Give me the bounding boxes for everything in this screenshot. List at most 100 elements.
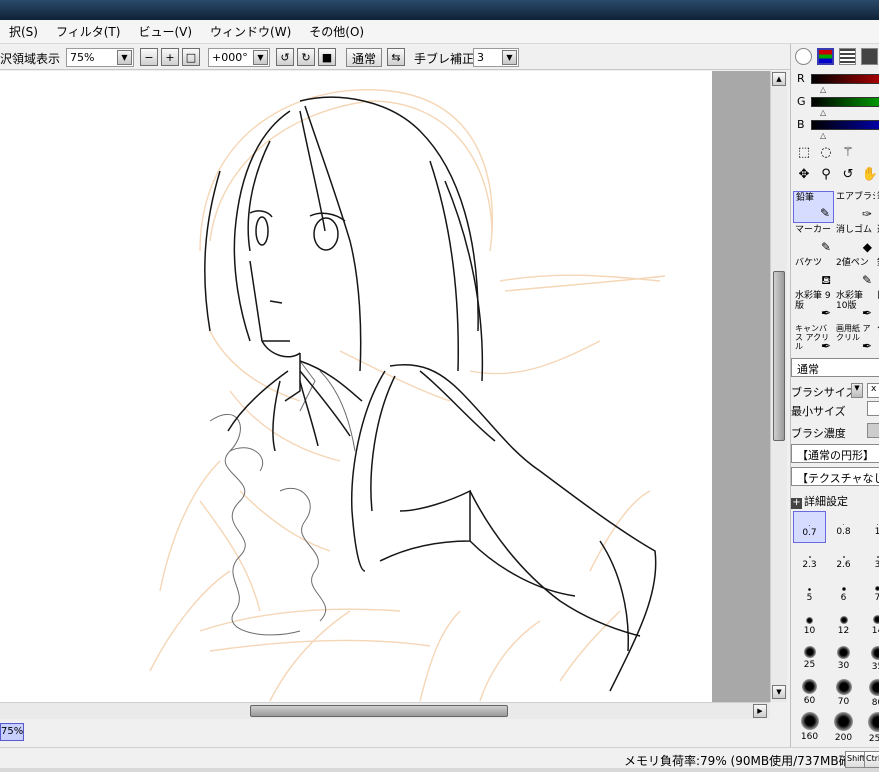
rotate-right-button[interactable]: ↻ bbox=[297, 48, 315, 66]
brush-size-7[interactable]: 7 bbox=[861, 577, 879, 609]
drawing-canvas[interactable] bbox=[0, 71, 770, 702]
brush-watercolor-10[interactable]: 水彩筆 10版✒ bbox=[834, 290, 875, 322]
scroll-down-button[interactable]: ▼ bbox=[772, 685, 786, 699]
brush-size-2-3[interactable]: 2.3 bbox=[793, 544, 826, 576]
zoom-out-button[interactable]: − bbox=[140, 48, 158, 66]
swatch-mode-button[interactable] bbox=[861, 48, 878, 65]
rgb-slider-mode-button[interactable] bbox=[817, 48, 834, 65]
brush-size-60[interactable]: 60 bbox=[793, 676, 826, 708]
brush-texture-select[interactable]: 【テクスチャなし】 bbox=[791, 467, 879, 486]
size-multiplier[interactable]: x bbox=[867, 383, 879, 398]
view-area-label: 沢領域表示 bbox=[0, 50, 60, 67]
blend-normal-button[interactable]: 通常 bbox=[346, 48, 382, 67]
vertical-scroll-thumb[interactable] bbox=[773, 271, 785, 441]
brush-paper-acrylic[interactable]: 画用紙 アクリル✒ bbox=[834, 323, 875, 355]
brush-size-14[interactable]: 14 bbox=[861, 610, 879, 642]
brush-airbrush[interactable]: エアブラシ✑ bbox=[834, 191, 875, 223]
chevron-down-icon[interactable]: ▼ bbox=[851, 383, 863, 398]
brush-size-2-6[interactable]: 2.6 bbox=[827, 544, 860, 576]
brush-fude[interactable]: 筆 bbox=[875, 191, 879, 223]
brush-size-30[interactable]: 30 bbox=[827, 643, 860, 675]
lasso-icon[interactable]: ◌ bbox=[817, 144, 835, 162]
flip-button[interactable]: ⇆ bbox=[387, 48, 405, 66]
brush-size-label: 250 bbox=[861, 734, 879, 744]
paper-acrylic-icon: ✒ bbox=[862, 340, 872, 353]
brush-size-6[interactable]: 6 bbox=[827, 577, 860, 609]
move-icon[interactable]: ✥ bbox=[795, 166, 813, 184]
brush-size-dot bbox=[809, 525, 810, 526]
zoom-icon[interactable]: ⚲ bbox=[817, 166, 835, 184]
brush-size-label: 2.3 bbox=[793, 560, 826, 570]
brush-watercolor-9[interactable]: 水彩筆 9版✒ bbox=[793, 290, 834, 322]
rect-select-icon[interactable]: ⬚ bbox=[795, 144, 813, 162]
brush-size-3[interactable]: 3 bbox=[861, 544, 879, 576]
r-slider[interactable] bbox=[811, 74, 879, 84]
detail-settings-toggle[interactable]: +詳細設定 bbox=[791, 493, 848, 509]
vertical-scrollbar[interactable]: ▲ ▼ bbox=[770, 71, 787, 702]
zoom-in-button[interactable]: + bbox=[161, 48, 179, 66]
brush-misc[interactable]: ケ bbox=[875, 323, 879, 355]
brush-size-dot bbox=[802, 679, 817, 694]
taskbar-strip bbox=[0, 768, 879, 772]
ctrl-key-indicator[interactable]: Ctrl bbox=[864, 751, 879, 768]
brush-size-160[interactable]: 160 bbox=[793, 709, 826, 741]
menu-view[interactable]: ビュー(V) bbox=[129, 23, 201, 40]
magic-wand-icon[interactable]: ⚚ bbox=[839, 144, 857, 162]
zoom-reset-button[interactable]: □ bbox=[182, 48, 200, 66]
brush-size-12[interactable]: 12 bbox=[827, 610, 860, 642]
menu-other[interactable]: その他(O) bbox=[300, 23, 373, 40]
hsv-slider-mode-button[interactable] bbox=[839, 48, 856, 65]
scroll-right-button[interactable]: ▶ bbox=[753, 704, 767, 718]
brush-size-25[interactable]: 25 bbox=[793, 643, 826, 675]
density-slider[interactable] bbox=[867, 423, 879, 438]
brush-size-0-8[interactable]: 0.8 bbox=[827, 511, 860, 543]
color-wheel-mode-button[interactable] bbox=[795, 48, 812, 65]
brush-shape-select[interactable]: 【通常の円形】 bbox=[791, 444, 879, 463]
brush-size-1[interactable]: 1 bbox=[861, 511, 879, 543]
brush-size-250[interactable]: 250 bbox=[861, 709, 879, 741]
square-icon: ■ bbox=[322, 52, 332, 63]
brush-size-dot bbox=[869, 679, 879, 696]
brush-canvas-acrylic[interactable]: キャンバス アクリル✒ bbox=[793, 323, 834, 355]
menu-select[interactable]: 択(S) bbox=[0, 23, 47, 40]
memory-usage: メモリ負荷率:79% (90MB使用/737MB確保) bbox=[624, 752, 867, 769]
brush-pencil[interactable]: 鉛筆✎ bbox=[793, 191, 834, 223]
rotate-left-button[interactable]: ↺ bbox=[276, 48, 294, 66]
brush-size-80[interactable]: 80 bbox=[861, 676, 879, 708]
b-slider[interactable] bbox=[811, 120, 879, 130]
arrow-up-icon: ▲ bbox=[776, 75, 781, 83]
brush-pencil2[interactable]: 鉛 bbox=[875, 257, 879, 289]
stabilizer-select[interactable]: 3 ▼ bbox=[473, 48, 519, 67]
rotate-icon[interactable]: ↺ bbox=[839, 166, 857, 184]
brush-size-200[interactable]: 200 bbox=[827, 709, 860, 741]
canvas-zoom-tab[interactable]: 75% bbox=[0, 723, 24, 741]
brush-size-label: 70 bbox=[827, 697, 860, 707]
rotate-reset-button[interactable]: ■ bbox=[318, 48, 336, 66]
flip-icon: ⇆ bbox=[391, 52, 400, 63]
brush-size-dot bbox=[842, 587, 846, 591]
g-slider[interactable] bbox=[811, 97, 879, 107]
horizontal-scrollbar[interactable]: ▶ bbox=[0, 702, 770, 719]
brush-old[interactable]: 旧 bbox=[875, 290, 879, 322]
scroll-up-button[interactable]: ▲ bbox=[772, 72, 786, 86]
brush-marker[interactable]: マーカー✎ bbox=[793, 224, 834, 256]
hand-icon[interactable]: ✋ bbox=[861, 166, 879, 184]
brush-size-dot bbox=[875, 586, 879, 591]
zoom-select[interactable]: 75% ▼ bbox=[66, 48, 134, 67]
horizontal-scroll-thumb[interactable] bbox=[250, 705, 508, 717]
menu-filter[interactable]: フィルタ(T) bbox=[47, 23, 129, 40]
brush-size-dot bbox=[806, 617, 813, 624]
brush-bucket[interactable]: バケツ⛾ bbox=[793, 257, 834, 289]
brush-size-0-7[interactable]: 0.7 bbox=[793, 511, 826, 543]
min-size-slider[interactable] bbox=[867, 401, 879, 416]
rotation-select[interactable]: +000° ▼ bbox=[208, 48, 270, 67]
menu-window[interactable]: ウィンドウ(W) bbox=[201, 23, 300, 40]
brush-blend-select[interactable]: 通常 bbox=[791, 358, 879, 377]
brush-size-10[interactable]: 10 bbox=[793, 610, 826, 642]
brush-size-35[interactable]: 35 bbox=[861, 643, 879, 675]
brush-select-pen[interactable]: 選 bbox=[875, 224, 879, 256]
brush-eraser[interactable]: 消しゴム◆ bbox=[834, 224, 875, 256]
brush-binary-pen[interactable]: 2値ペン✎ bbox=[834, 257, 875, 289]
brush-size-5[interactable]: 5 bbox=[793, 577, 826, 609]
brush-size-70[interactable]: 70 bbox=[827, 676, 860, 708]
